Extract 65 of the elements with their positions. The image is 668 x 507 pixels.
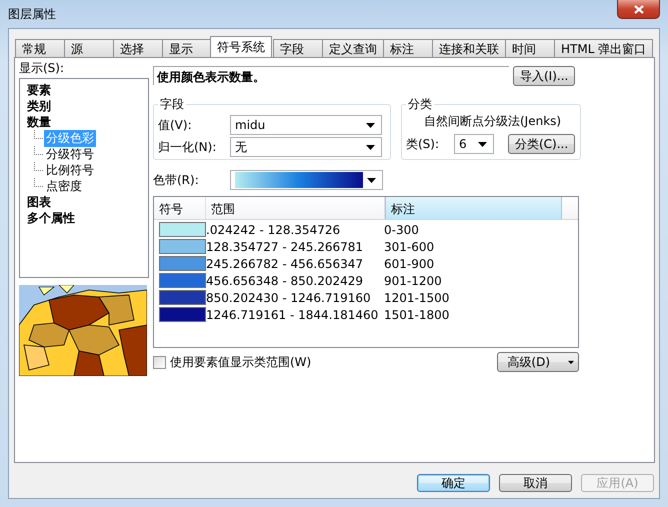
- color-swatch[interactable]: [159, 273, 206, 288]
- tab[interactable]: 显示: [162, 39, 212, 57]
- color-swatch[interactable]: [159, 307, 206, 322]
- tab[interactable]: 选择: [113, 39, 163, 57]
- dropdown-arrow-icon: [366, 144, 375, 150]
- import-button[interactable]: 导入(I)...: [513, 66, 576, 86]
- tab[interactable]: 定义查询: [322, 39, 384, 57]
- range-cell-text: 850.202430 - 1246.719160: [206, 290, 372, 304]
- color-swatch[interactable]: [159, 290, 206, 305]
- label-cell-text: 601-900: [384, 256, 436, 270]
- tree-item[interactable]: 图表: [25, 194, 53, 210]
- dropdown-arrow-icon: [367, 178, 376, 182]
- tab[interactable]: 源: [64, 39, 114, 57]
- field-label: 类(S):: [406, 136, 440, 152]
- dropdown-arrow-icon: [478, 142, 487, 146]
- value-dropdown[interactable]: midu: [230, 115, 382, 135]
- range-cell-text: 456.656348 - 850.202429: [206, 274, 364, 288]
- classify-button[interactable]: 分类(C)...: [508, 134, 576, 154]
- display-label: 显示(S):: [19, 60, 66, 77]
- field-label: 色带(R):: [153, 172, 200, 188]
- group-title: 字段: [159, 96, 185, 113]
- dropdown-arrow-icon: [568, 360, 574, 364]
- tab[interactable]: 时间: [505, 39, 555, 57]
- tree-item[interactable]: 要素: [25, 82, 53, 98]
- column-header[interactable]: 标注: [385, 197, 562, 219]
- color-swatch[interactable]: [159, 256, 206, 271]
- tab[interactable]: 标注: [383, 39, 433, 57]
- tab[interactable]: 常规: [15, 39, 65, 57]
- normalization-dropdown[interactable]: 无: [230, 137, 382, 157]
- advanced-button[interactable]: 高级(D): [497, 352, 579, 372]
- classes-dropdown[interactable]: 6: [454, 134, 494, 154]
- dropdown-arrow-icon: [366, 122, 375, 128]
- range-cell-text: 1246.719161 - 1844.181460: [206, 308, 380, 322]
- tree-item[interactable]: 点密度: [44, 178, 84, 194]
- label-cell-text: 1201-1500: [384, 290, 450, 304]
- color-ramp-dropdown[interactable]: [230, 170, 383, 190]
- tree-item[interactable]: 数量: [25, 114, 53, 130]
- group-title: 分类: [407, 96, 433, 113]
- column-header[interactable]: 符号: [154, 197, 206, 219]
- label-cell-text: 301-600: [384, 240, 436, 254]
- range-cell-text: .024242 - 128.354726: [206, 222, 342, 236]
- method-text: 自然间断点分级法(Jenks): [423, 113, 562, 130]
- tab[interactable]: 连接和关联: [432, 39, 506, 57]
- label-cell-text: 1501-1800: [384, 308, 450, 322]
- dialog-button[interactable]: 确定: [417, 474, 490, 492]
- label-cell-text: 0-300: [384, 222, 420, 236]
- tree-item[interactable]: 多个属性: [25, 210, 77, 226]
- close-icon: [634, 4, 644, 14]
- tree-item[interactable]: 类别: [25, 98, 53, 114]
- label-cell-text: 901-1200: [384, 274, 443, 288]
- tab[interactable]: HTML 弹出窗口: [554, 39, 654, 57]
- description-text: 使用颜色表示数量。: [153, 66, 509, 85]
- tree-item[interactable]: 分级符号: [44, 146, 96, 162]
- color-swatch[interactable]: [159, 239, 206, 254]
- range-cell-text: 128.354727 - 245.266781: [206, 240, 364, 254]
- field-label: 值(V):: [158, 116, 193, 134]
- tab[interactable]: 字段: [273, 39, 323, 57]
- tab[interactable]: 符号系统: [210, 36, 272, 57]
- color-swatch[interactable]: [159, 222, 206, 237]
- window-title: 图层属性: [8, 6, 56, 22]
- dialog-button[interactable]: 取消: [499, 474, 572, 492]
- field-label: 归一化(N):: [158, 138, 218, 156]
- range-cell-text: 245.266782 - 456.656347: [206, 256, 364, 270]
- tree-item[interactable]: 比例符号: [44, 162, 96, 178]
- close-button[interactable]: [617, 0, 660, 19]
